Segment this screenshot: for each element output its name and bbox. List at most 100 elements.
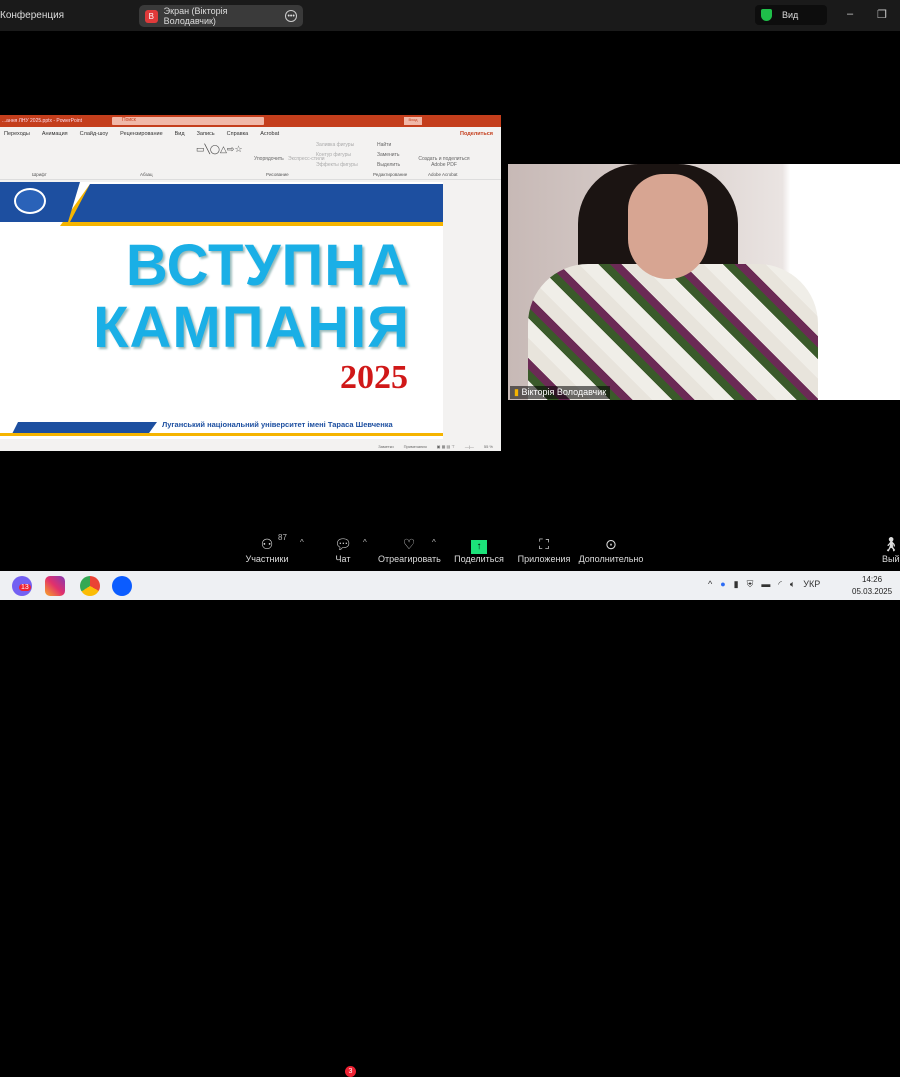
date: 05.03.2025 [852, 587, 893, 596]
slide-year: 2025 [340, 359, 408, 396]
participants-label: Участники [245, 554, 289, 564]
windows-taskbar: 13 ^ ● ▮ ⛨ ▬ ◜ 🔈︎ УКР 14:26 05.03.2025 [0, 571, 900, 600]
language-indicator[interactable]: УКР [803, 579, 820, 590]
meeting-controls: ⚇ Участники 87 ^ 💬︎ Чат 3 ^ ♡ Отреагировать… [0, 530, 900, 1077]
screen-share-indicator[interactable]: В Экран (Вікторія Володавчик) ••• [139, 5, 303, 27]
participant-video[interactable]: ▮ Вікторія Володавчик [508, 164, 900, 400]
group-paragraph: Абзац [140, 172, 153, 177]
more-icon: ⊙ [605, 536, 617, 552]
participants-count: 87 [278, 533, 287, 542]
chevron-up-icon[interactable]: ^ [363, 538, 367, 547]
battery-icon[interactable]: ▬ [761, 579, 770, 590]
group-drawing: Рисование [266, 172, 289, 177]
tab-review[interactable]: Рецензирование [120, 131, 162, 137]
footer-stripe-yellow [0, 433, 443, 436]
group-acrobat: Adobe Acrobat [428, 172, 458, 177]
ppt-statusbar: Заметки Примечания ▣ ▦ ▤ ⊤ —|— 55 % [0, 441, 501, 451]
zoom-tray-icon[interactable]: ● [720, 579, 725, 590]
tab-view[interactable]: Вид [175, 131, 185, 137]
ppt-titlebar: ...ання ЛНУ 2025.pptx - PowerPoint Поиск… [0, 115, 501, 127]
leave-label: Вый [882, 554, 900, 564]
slide-title-line1: ВСТУПНА [125, 233, 410, 298]
time: 14:26 [862, 575, 883, 584]
slide-title-line2: КАМПАНІЯ [93, 295, 410, 360]
view-button[interactable]: Вид [755, 5, 827, 25]
university-logo [0, 182, 80, 222]
shared-powerpoint-window: ...ання ЛНУ 2025.pptx - PowerPoint Поиск… [0, 115, 501, 451]
view-label: Вид [782, 10, 799, 20]
view-buttons[interactable]: ▣ ▦ ▤ ⊤ [437, 444, 455, 449]
ribbon: ▭╲◯△⇨☆ Упорядочить Экспресс-стили Заливк… [0, 140, 501, 180]
more-icon[interactable]: ••• [285, 10, 297, 22]
sharer-avatar: В [145, 9, 158, 23]
wifi-icon[interactable]: ◜ [778, 579, 782, 590]
comments-button[interactable]: Примечания [404, 444, 427, 449]
zoom-level[interactable]: 55 % [484, 444, 493, 449]
share-arrow-icon: ↑ [471, 540, 487, 554]
window-title: Конференция [0, 10, 65, 21]
chat-label: Чат [335, 554, 351, 564]
zoom-slider[interactable]: —|— [465, 444, 474, 449]
volume-icon[interactable]: 🔈︎ [790, 579, 795, 590]
chevron-up-icon[interactable]: ^ [432, 538, 436, 547]
react-button[interactable]: ♡ Отреагировать [378, 534, 441, 564]
group-font: Шрифт [32, 172, 47, 177]
minimize-button[interactable]: – [847, 8, 853, 20]
share-button[interactable]: ↑ Поделиться [454, 534, 504, 564]
shape-effects-button[interactable]: Эффекты фигуры [316, 162, 358, 168]
video-clothing [528, 264, 818, 400]
participant-name-text: Вікторія Володавчик [521, 387, 607, 397]
header-stripe-blue [70, 184, 443, 222]
heart-icon: ♡ [402, 536, 416, 552]
group-editing: Редактирование [373, 172, 408, 177]
instagram-icon[interactable] [45, 576, 65, 596]
more-label: Дополнительно [578, 554, 644, 564]
tab-animations[interactable]: Анимация [42, 131, 68, 137]
shape-fill-button[interactable]: Заливка фигуры [316, 142, 354, 148]
ppt-share-button[interactable]: Поделиться [460, 131, 493, 137]
microphone-icon[interactable]: ▮ [734, 579, 739, 590]
arrange-button[interactable]: Упорядочить [254, 156, 284, 162]
share-label: Экран (Вікторія Володавчик) [163, 6, 228, 26]
notes-button[interactable]: Заметки [378, 444, 393, 449]
chat-button[interactable]: 💬︎ Чат [330, 534, 356, 564]
chat-badge: 3 [345, 1066, 356, 1077]
select-button[interactable]: Выделить [377, 162, 400, 168]
security-icon[interactable]: ⛨ [747, 579, 754, 590]
slide-footer-text: Луганський національний університет імен… [162, 420, 393, 429]
apps-icon: ⛶ [539, 536, 549, 552]
chrome-icon[interactable] [80, 576, 100, 596]
viber-badge: 13 [19, 584, 31, 591]
video-face [628, 174, 708, 279]
shapes-gallery[interactable]: ▭╲◯△⇨☆ [196, 144, 243, 155]
ribbon-tabs: Переходы Анимация Слайд-шоу Рецензирован… [0, 127, 501, 140]
tab-slideshow[interactable]: Слайд-шоу [80, 131, 109, 137]
signal-icon: ▮ [514, 387, 519, 397]
tab-transitions[interactable]: Переходы [4, 131, 30, 137]
restore-button[interactable]: ❐ [877, 8, 887, 21]
signin-button[interactable]: Вход [404, 117, 422, 125]
find-button[interactable]: Найти [377, 142, 391, 148]
create-pdf-button[interactable]: Создать и поделиться Adobe PDF [418, 156, 470, 168]
zoom-icon[interactable] [112, 576, 132, 596]
slide: ВСТУПНА КАМПАНІЯ 2025 Луганський націона… [0, 182, 443, 439]
tab-record[interactable]: Запись [197, 131, 215, 137]
ppt-filename: ...ання ЛНУ 2025.pptx - PowerPoint [2, 118, 82, 124]
replace-button[interactable]: Заменить [377, 152, 399, 158]
leave-icon: 🚶︎ [882, 536, 900, 552]
participant-name: ▮ Вікторія Володавчик [510, 386, 611, 399]
ppt-search[interactable]: Поиск [112, 117, 264, 125]
chevron-up-icon[interactable]: ^ [300, 538, 304, 547]
meeting-titlebar: Конференция В Экран (Вікторія Володавчик… [0, 0, 900, 31]
apps-button[interactable]: ⛶ Приложения [516, 534, 572, 564]
tab-acrobat[interactable]: Acrobat [260, 131, 279, 137]
tab-help[interactable]: Справка [227, 131, 249, 137]
clock[interactable]: 14:26 05.03.2025 [852, 574, 892, 598]
system-tray: ^ ● ▮ ⛨ ▬ ◜ 🔈︎ УКР [708, 579, 820, 590]
leave-button[interactable]: 🚶︎ Вый [882, 534, 900, 564]
chevron-up-icon[interactable]: ^ [708, 579, 712, 590]
chat-icon: 💬︎ [334, 536, 352, 552]
more-button[interactable]: ⊙ Дополнительно [578, 534, 644, 564]
shape-outline-button[interactable]: Контур фигуры [316, 152, 351, 158]
react-label: Отреагировать [378, 554, 441, 564]
